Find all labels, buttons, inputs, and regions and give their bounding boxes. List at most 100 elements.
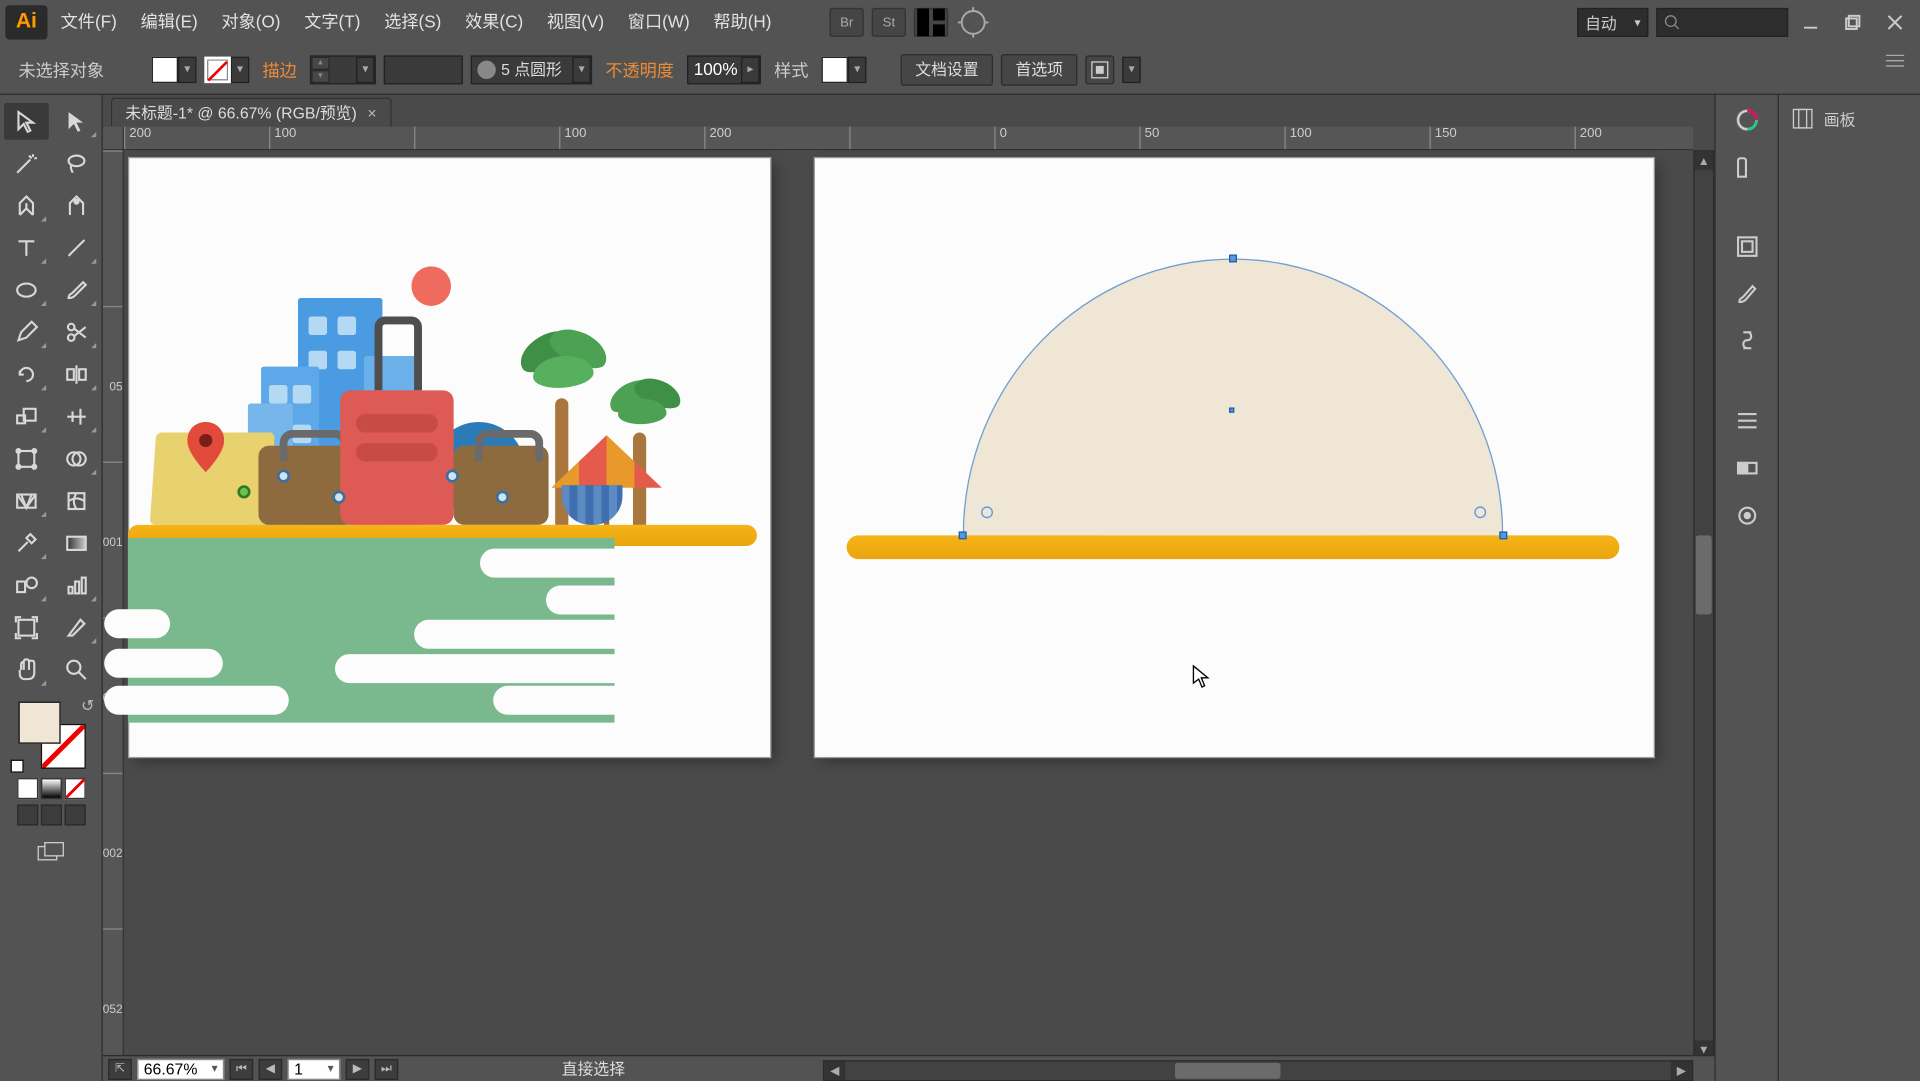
hscroll-thumb[interactable]: [1175, 1063, 1280, 1079]
ellipse-tool[interactable]: [3, 272, 48, 309]
type-tool[interactable]: [3, 229, 48, 266]
workspace-switcher[interactable]: 自动 ▾: [1577, 8, 1648, 37]
status-export-icon[interactable]: ⇱: [108, 1058, 132, 1079]
canvas-content[interactable]: [124, 150, 1693, 1060]
menu-type[interactable]: 文字(T): [294, 7, 371, 39]
arrange-documents-button[interactable]: [914, 8, 948, 37]
shape-dome[interactable]: [963, 258, 1504, 535]
color-mode-none[interactable]: [64, 778, 85, 799]
scroll-up-icon[interactable]: ▲: [1695, 152, 1713, 170]
slice-tool[interactable]: [53, 609, 98, 646]
menu-view[interactable]: 视图(V): [536, 7, 614, 39]
artboard-1[interactable]: [129, 158, 770, 757]
color-mode-gradient[interactable]: [40, 778, 61, 799]
lasso-tool[interactable]: [53, 145, 98, 182]
scroll-left-icon[interactable]: ◀: [824, 1062, 845, 1080]
anchor-point[interactable]: [1499, 531, 1507, 539]
menu-help[interactable]: 帮助(H): [703, 7, 782, 39]
stock-button[interactable]: St: [872, 8, 906, 37]
bridge-button[interactable]: Br: [830, 8, 864, 37]
brush-definition-dropdown[interactable]: 5 点圆形 ▾: [471, 55, 592, 84]
vscroll-thumb[interactable]: [1696, 536, 1712, 615]
corner-widget[interactable]: [981, 506, 993, 518]
artboard-prev-button[interactable]: ◀: [258, 1058, 282, 1079]
fill-stroke-indicator[interactable]: ↺: [18, 702, 84, 768]
fill-color-swatch[interactable]: [18, 702, 60, 744]
pencil-tool[interactable]: [3, 314, 48, 351]
document-tab[interactable]: 未标题-1* @ 66.67% (RGB/预览) ×: [111, 98, 391, 127]
canvas[interactable]: 200100100200050100150200250 501001502002…: [103, 127, 1714, 1081]
menu-effect[interactable]: 效果(C): [455, 7, 534, 39]
paintbrush-tool[interactable]: [53, 272, 98, 309]
menu-window[interactable]: 窗口(W): [617, 7, 700, 39]
color-mode-solid[interactable]: [16, 778, 37, 799]
pen-tool[interactable]: [3, 187, 48, 224]
appearance-panel-icon[interactable]: [1729, 498, 1763, 532]
magic-wand-tool[interactable]: [3, 145, 48, 182]
artboard-last-button[interactable]: ⏭: [375, 1058, 399, 1079]
gpu-preview-icon[interactable]: [956, 8, 990, 37]
graphic-style-swatch[interactable]: ▾: [822, 56, 867, 82]
search-input[interactable]: [1656, 8, 1788, 37]
width-tool[interactable]: [53, 398, 98, 435]
stroke-swatch[interactable]: ▾: [204, 56, 249, 82]
scroll-right-icon[interactable]: ▶: [1671, 1062, 1692, 1080]
scale-tool[interactable]: [3, 398, 48, 435]
swap-fill-stroke-icon[interactable]: ↺: [81, 696, 94, 714]
rotate-tool[interactable]: [3, 356, 48, 393]
scissors-tool[interactable]: [53, 314, 98, 351]
zoom-level-dropdown[interactable]: 66.67% ▾: [137, 1058, 224, 1079]
shape-builder-tool[interactable]: [53, 440, 98, 477]
draw-normal[interactable]: [16, 804, 37, 825]
hand-tool[interactable]: [3, 651, 48, 688]
vscroll-track[interactable]: [1695, 170, 1713, 1040]
preferences-button[interactable]: 首选项: [1001, 53, 1078, 85]
curvature-tool[interactable]: [53, 187, 98, 224]
swatches-panel-icon[interactable]: [1729, 150, 1763, 184]
perspective-grid-tool[interactable]: [3, 483, 48, 520]
layers-panel-icon[interactable]: [1729, 404, 1763, 438]
window-close-button[interactable]: [1878, 8, 1912, 37]
symbols-panel-icon[interactable]: [1729, 324, 1763, 358]
selection-tool[interactable]: [3, 103, 48, 140]
blend-tool[interactable]: [3, 567, 48, 604]
column-graph-tool[interactable]: [53, 567, 98, 604]
brushes-panel-icon[interactable]: [1729, 277, 1763, 311]
artboard-next-button[interactable]: ▶: [345, 1058, 369, 1079]
fill-swatch[interactable]: ▾: [152, 56, 197, 82]
stroke-panel-icon[interactable]: [1729, 229, 1763, 263]
hscroll-track[interactable]: [845, 1062, 1671, 1080]
artboards-panel-button[interactable]: 画板: [1789, 105, 1909, 131]
window-minimize-button[interactable]: [1793, 8, 1827, 37]
horizontal-scrollbar[interactable]: ◀ ▶: [823, 1060, 1693, 1081]
screen-mode-button[interactable]: [34, 839, 68, 868]
artboard-tool[interactable]: [3, 609, 48, 646]
default-fill-stroke-icon[interactable]: [10, 760, 23, 773]
color-panel-icon[interactable]: [1729, 103, 1763, 137]
stroke-label[interactable]: 描边: [257, 57, 302, 82]
stroke-width-input[interactable]: ▴▾ ▾: [310, 55, 376, 84]
ruler-horizontal[interactable]: 200100100200050100150200250: [124, 127, 1693, 151]
artboard-first-button[interactable]: ⏮: [229, 1058, 253, 1079]
artboard-number-input[interactable]: 1 ▾: [287, 1058, 340, 1079]
window-restore-button[interactable]: [1836, 8, 1870, 37]
reflect-tool[interactable]: [53, 356, 98, 393]
menu-edit[interactable]: 编辑(E): [130, 7, 208, 39]
zoom-tool[interactable]: [53, 651, 98, 688]
artboard-2[interactable]: [815, 158, 1654, 757]
direct-selection-tool[interactable]: [53, 103, 98, 140]
opacity-input[interactable]: 100% ▸: [687, 55, 761, 84]
anchor-point[interactable]: [1229, 255, 1237, 263]
menu-object[interactable]: 对象(O): [211, 7, 291, 39]
align-to-button[interactable]: [1085, 55, 1114, 84]
draw-behind[interactable]: [40, 804, 61, 825]
anchor-point[interactable]: [959, 531, 967, 539]
document-tab-close-icon[interactable]: ×: [367, 104, 376, 122]
ruler-origin[interactable]: [103, 127, 124, 151]
opacity-label[interactable]: 不透明度: [600, 57, 679, 82]
menu-select[interactable]: 选择(S): [374, 7, 452, 39]
ruler-vertical[interactable]: 50100150200250300: [103, 150, 124, 1060]
transparency-panel-icon[interactable]: [1729, 451, 1763, 485]
align-to-dropdown[interactable]: ▾: [1122, 56, 1140, 82]
line-segment-tool[interactable]: [53, 229, 98, 266]
